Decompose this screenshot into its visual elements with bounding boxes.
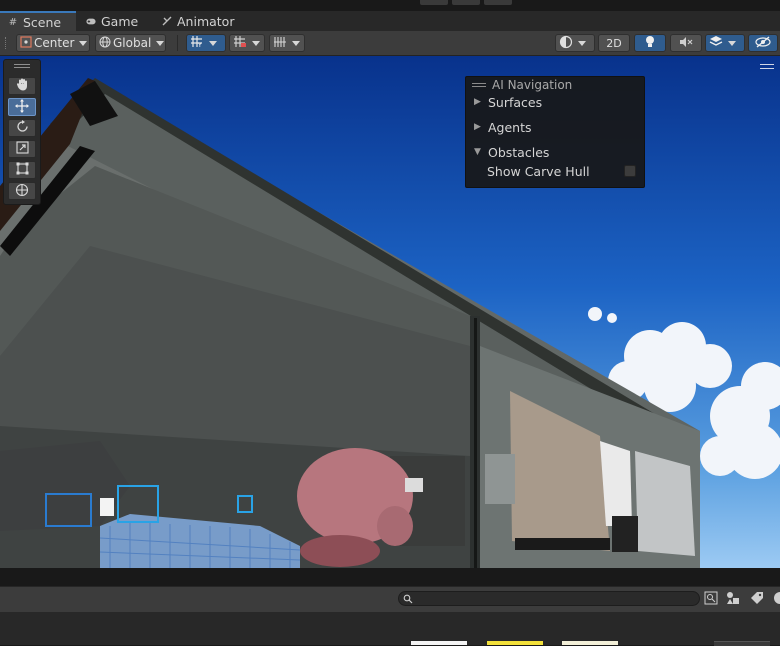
show-carve-hull-label: Show Carve Hull (487, 163, 590, 179)
asset-thumbnail-white[interactable] (411, 641, 467, 645)
pivot-mode-dropdown[interactable]: Center (16, 34, 90, 52)
pivot-space-label: Global (113, 36, 152, 50)
pivot-icon (20, 35, 32, 51)
favorites-icon[interactable] (772, 591, 780, 605)
tab-game-label: Game (101, 13, 139, 29)
show-carve-hull-row: Show Carve Hull (487, 162, 590, 180)
move-tool-button[interactable] (8, 98, 36, 116)
viewport-menu-icon[interactable] (760, 64, 774, 69)
caret-right-icon: ▶ (474, 97, 481, 107)
2d-mode-button[interactable]: 2D (598, 34, 630, 52)
search-icon (403, 593, 413, 607)
grid-settings-dropdown[interactable] (269, 34, 305, 52)
scene-lighting-toggle[interactable] (634, 34, 666, 52)
chevron-down-icon (292, 40, 300, 46)
animator-icon (162, 16, 172, 26)
increment-snap-toggle[interactable] (229, 34, 265, 52)
scale-tool-button[interactable] (8, 140, 36, 158)
draw-mode-dropdown[interactable] (555, 34, 595, 52)
tab-scene-label: Scene (23, 14, 62, 30)
snap-increment-icon (233, 35, 247, 51)
grid-snap-icon: Y (190, 35, 204, 51)
lightbulb-icon (645, 35, 655, 51)
eye-slash-icon (755, 35, 771, 51)
audio-toggle[interactable] (670, 34, 702, 52)
hand-tool-button[interactable] (8, 77, 36, 95)
title-strip (0, 0, 780, 11)
chevron-down-icon (252, 40, 260, 46)
asset-thumbnail-yellow[interactable] (487, 641, 543, 645)
tag-icon[interactable] (750, 591, 764, 605)
foldout-obstacles[interactable]: ▼ Obstacles (474, 143, 549, 161)
effects-dropdown[interactable] (705, 34, 745, 52)
shading-mode-icon (559, 35, 573, 52)
tab-bar: # Scene Game Animator (0, 11, 780, 32)
foldout-agents[interactable]: ▶ Agents (474, 118, 532, 136)
2d-mode-label: 2D (606, 36, 622, 50)
palette-grip (14, 64, 30, 65)
foldout-surfaces-label: Surfaces (488, 94, 543, 110)
hidden-objects-toggle[interactable] (748, 34, 778, 52)
overlay-grip-line (472, 86, 486, 87)
filter-by-type-icon[interactable] (726, 591, 740, 605)
project-content-area (0, 612, 780, 645)
caret-right-icon: ▶ (474, 122, 481, 132)
grid-icon (273, 36, 287, 51)
overlay-grip[interactable] (472, 83, 486, 84)
scene-toolbar: Center Global Y 2D (0, 31, 780, 56)
rotate-tool-button[interactable] (8, 119, 36, 137)
chevron-down-icon (209, 40, 217, 46)
pivot-space-dropdown[interactable]: Global (95, 34, 166, 52)
project-search-field[interactable] (398, 591, 700, 607)
grid-snap-toggle[interactable]: Y (186, 34, 226, 52)
chevron-down-icon (728, 40, 736, 46)
transform-tool-icon (15, 183, 29, 200)
scale-tool-icon (15, 141, 29, 157)
hand-tool-icon (16, 78, 29, 94)
foldout-surfaces[interactable]: ▶ Surfaces (474, 93, 542, 111)
asset-thumbnail-dark[interactable] (714, 641, 770, 646)
layers-icon (709, 35, 723, 51)
step-button[interactable] (484, 0, 512, 5)
scene-render (0, 56, 780, 568)
globe-icon (99, 36, 111, 51)
palette-grip-line (14, 67, 30, 68)
caret-down-icon: ▼ (474, 147, 481, 157)
foldout-agents-label: Agents (488, 119, 532, 135)
overlay-title: AI Navigation (492, 78, 573, 92)
tab-scene[interactable]: # Scene (0, 11, 76, 31)
rotate-tool-icon (16, 120, 29, 136)
scene-viewport[interactable] (0, 56, 780, 568)
ai-navigation-overlay: AI Navigation ▶ Surfaces ▶ Agents ▼ Obst… (465, 76, 645, 188)
pivot-mode-label: Center (34, 36, 75, 50)
foldout-obstacles-label: Obstacles (488, 144, 550, 160)
chevron-down-icon (578, 40, 586, 46)
show-carve-hull-checkbox[interactable] (624, 165, 636, 177)
speaker-muted-icon (679, 36, 693, 51)
svg-text:Y: Y (197, 42, 202, 48)
toolbar-divider (177, 35, 178, 51)
search-input[interactable] (417, 592, 691, 607)
tab-game[interactable]: Game (78, 11, 146, 31)
tab-animator[interactable]: Animator (154, 11, 242, 31)
chevron-down-icon (156, 40, 165, 46)
search-by-type-icon[interactable] (704, 591, 718, 605)
panel-separator (0, 568, 780, 586)
tool-palette (3, 59, 41, 205)
move-tool-icon (15, 98, 29, 116)
asset-thumbnail-cream[interactable] (562, 641, 618, 645)
pause-button[interactable] (452, 0, 480, 5)
gamepad-icon (86, 16, 96, 26)
hash-grid-icon: # (8, 16, 18, 28)
toolbar-grip (5, 37, 8, 49)
rect-tool-icon (16, 162, 29, 178)
tab-animator-label: Animator (177, 13, 235, 29)
transform-tool-button[interactable] (8, 182, 36, 200)
chevron-down-icon (79, 40, 88, 46)
play-button[interactable] (420, 0, 448, 5)
rect-tool-button[interactable] (8, 161, 36, 179)
